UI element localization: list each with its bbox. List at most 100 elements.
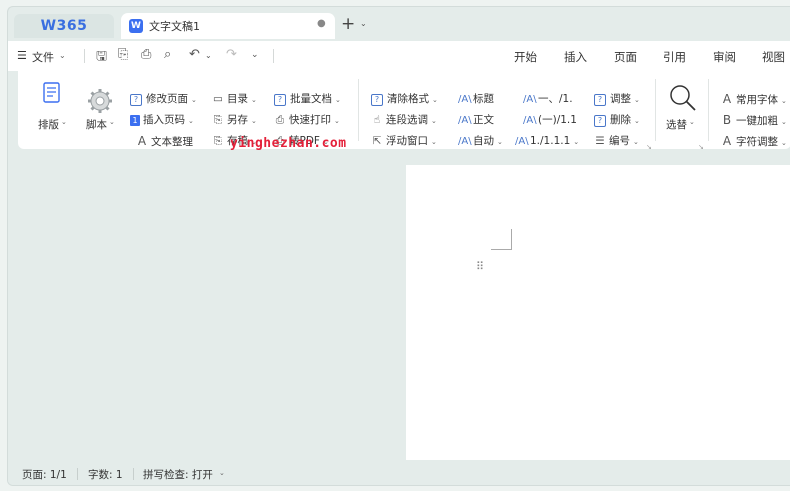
file-menu-icon[interactable]: ☰ xyxy=(17,49,27,62)
word-count[interactable]: 字数: 1 xyxy=(88,467,123,482)
paragraph-select-button[interactable]: ☝ 连段选调 ⌄ xyxy=(371,113,437,128)
tab-home[interactable]: 开始 xyxy=(514,49,537,65)
chevron-down-icon: ⌄ xyxy=(633,138,639,146)
chevron-down-icon: ⌄ xyxy=(251,96,257,104)
batch-document-button[interactable]: ? 批量文档 ⌄ xyxy=(274,92,341,107)
insert-page-number-button[interactable]: 1 插入页码 ⌄ xyxy=(130,113,194,128)
numbering-level2-button[interactable]: /A\(一)/1.1 xyxy=(523,113,577,128)
document-layout-icon xyxy=(43,82,60,103)
folder-icon: ▭ xyxy=(213,93,223,105)
delete-button[interactable]: ? 删除 ⌄ xyxy=(594,113,640,128)
text-tidy-button[interactable]: A 文本整理 xyxy=(136,134,193,149)
unsaved-dot-icon[interactable]: ● xyxy=(317,18,326,29)
numbering-button[interactable]: ☰ 编号 ⌄ xyxy=(594,134,639,149)
page-number-icon: 1 xyxy=(130,115,140,126)
script-label: 脚本 xyxy=(86,119,107,131)
chevron-down-icon: ⌄ xyxy=(188,117,194,125)
divider xyxy=(84,49,85,63)
expand-corner-icon[interactable]: ↘ xyxy=(646,143,652,151)
spell-check[interactable]: 拼写检查: 打开 xyxy=(143,467,213,482)
help-box-icon: ? xyxy=(594,115,606,127)
style-auto-button[interactable]: /A\自动 ⌄ xyxy=(458,134,503,149)
tab-insert[interactable]: 插入 xyxy=(564,49,587,65)
chevron-down-icon: ⌄ xyxy=(781,139,787,147)
spell-check-chevron-down-icon[interactable]: ⌄ xyxy=(219,469,225,477)
tab-bar: W365 W 文字文稿1 ● + ⌄ xyxy=(8,7,790,41)
chevron-down-icon: ⌄ xyxy=(573,138,580,146)
app-logo-tab[interactable]: W365 xyxy=(14,14,114,38)
chevron-down-icon: ⌄ xyxy=(431,117,437,125)
list-icon: ☰ xyxy=(595,135,605,147)
font-a-icon: A xyxy=(722,92,732,106)
page-count[interactable]: 页面: 1/1 xyxy=(22,467,67,482)
numbering-level3-button[interactable]: /A\1./1.1.1 ⌄ xyxy=(515,134,579,149)
chevron-down-icon: ⌄ xyxy=(334,117,340,125)
chevron-down-icon: ⌄ xyxy=(634,117,640,125)
style-title-button[interactable]: /A\标题 xyxy=(458,92,494,107)
style-body-button[interactable]: /A\正文 xyxy=(458,113,494,128)
quick-print-button[interactable]: ⎙ 快速打印 ⌄ xyxy=(274,113,340,128)
chevron-down-icon: ⌄ xyxy=(191,96,197,104)
magnifier-icon xyxy=(670,85,696,111)
one-click-bold-button[interactable]: B 一键加粗 ⌄ xyxy=(721,113,787,129)
chevron-down-icon: ⌄ xyxy=(497,138,503,146)
help-box-icon: ? xyxy=(371,94,383,106)
app-window: W365 W 文字文稿1 ● + ⌄ ☰ 文件 ⌄ 🖫 ⎘ ⎙ ⌕ ↶ ⌄ ↷ … xyxy=(7,6,790,486)
new-tab-button[interactable]: + xyxy=(341,14,355,34)
chevron-down-icon: ⌄ xyxy=(634,96,640,104)
help-box-icon: ? xyxy=(130,94,142,106)
margin-crop-mark xyxy=(491,229,512,250)
print-icon[interactable]: ⎙ xyxy=(141,47,151,62)
script-chevron-down-icon: ⌄ xyxy=(109,118,115,126)
save-icon[interactable]: 🖫 xyxy=(96,47,107,69)
divider xyxy=(133,468,134,480)
style-a-icon: /A\ xyxy=(458,136,472,147)
tab-references[interactable]: 引用 xyxy=(663,49,686,65)
edit-page-button[interactable]: ? 修改页面 ⌄ xyxy=(130,92,197,107)
new-tab-chevron-down-icon[interactable]: ⌄ xyxy=(360,19,367,28)
char-adjust-button[interactable]: A 字符调整 ⌄ xyxy=(721,134,787,150)
clear-format-button[interactable]: ? 清除格式 ⌄ xyxy=(371,92,438,107)
writer-icon: W xyxy=(129,19,143,33)
export-icon[interactable]: ⎘ xyxy=(118,47,128,62)
float-window-button[interactable]: ⇱ 浮动窗口 ⌄ xyxy=(371,134,437,149)
save-as-button[interactable]: ⎘ 另存 ⌄ xyxy=(212,113,257,128)
file-menu[interactable]: 文件 xyxy=(32,49,54,65)
undo-chevron-down-icon[interactable]: ⌄ xyxy=(205,51,212,60)
chevron-down-icon: ⌄ xyxy=(781,118,787,126)
chevron-down-icon: ⌄ xyxy=(335,96,341,104)
tab-view[interactable]: 视图 xyxy=(762,49,785,65)
select-chevron-down-icon: ⌄ xyxy=(689,118,695,126)
document-page[interactable]: ⠿ xyxy=(406,165,790,460)
style-a-icon: /A\ xyxy=(458,94,472,105)
document-tab[interactable]: W 文字文稿1 ● xyxy=(121,13,335,39)
divider xyxy=(77,468,78,480)
print-preview-icon[interactable]: ⌕ xyxy=(164,47,171,62)
common-font-button[interactable]: A 常用字体 ⌄ xyxy=(721,92,787,108)
divider xyxy=(708,79,709,141)
expand-corner-icon[interactable]: ↘ xyxy=(698,143,704,151)
save-as-icon: ⎘ xyxy=(213,114,223,126)
file-chevron-down-icon[interactable]: ⌄ xyxy=(59,51,66,60)
numbering-level1-button[interactable]: /A\一、/1. xyxy=(523,92,573,107)
document-tab-title: 文字文稿1 xyxy=(149,20,200,33)
help-box-icon: ? xyxy=(594,94,606,106)
undo-icon[interactable]: ↶ xyxy=(189,47,200,62)
chevron-down-icon: ⌄ xyxy=(781,97,787,105)
style-a-icon: /A\ xyxy=(523,94,537,105)
drag-handle-icon[interactable]: ⠿ xyxy=(476,261,484,272)
tab-review[interactable]: 审阅 xyxy=(713,49,736,65)
toc-button[interactable]: ▭ 目录 ⌄ xyxy=(212,92,257,107)
divider xyxy=(358,79,359,141)
chevron-down-icon: ⌄ xyxy=(251,117,257,125)
redo-icon[interactable]: ↷ xyxy=(226,47,237,62)
select-replace-label: 选替 xyxy=(666,119,687,131)
more-chevron-down-icon[interactable]: ⌄ xyxy=(251,50,259,60)
help-box-icon: ? xyxy=(274,94,286,106)
tab-page[interactable]: 页面 xyxy=(614,49,637,65)
bold-b-icon: B xyxy=(722,113,732,127)
style-a-icon: /A\ xyxy=(515,136,529,147)
adjust-button[interactable]: ? 调整 ⌄ xyxy=(594,92,640,107)
divider xyxy=(273,49,274,63)
printer-icon: ⎙ xyxy=(275,114,285,126)
